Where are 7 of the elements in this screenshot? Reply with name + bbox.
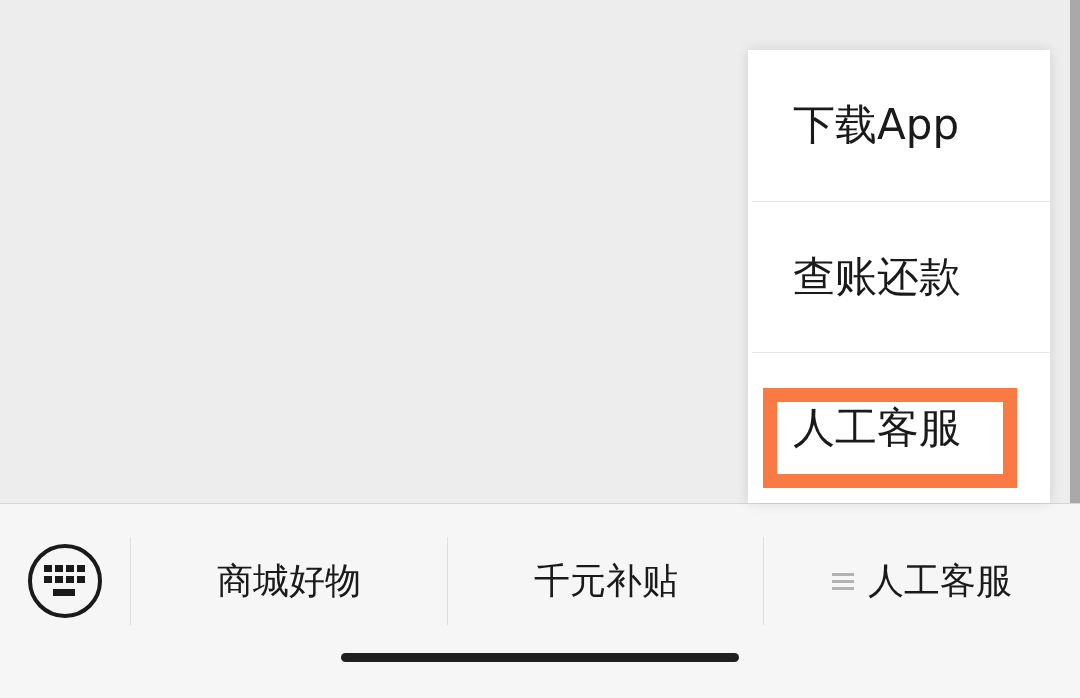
keyboard-icon[interactable] bbox=[27, 543, 103, 619]
menu-item[interactable]: 查账还款 bbox=[793, 251, 961, 303]
menu-item[interactable]: 下载App bbox=[793, 100, 960, 151]
menu-item[interactable]: 人工客服 bbox=[793, 402, 961, 454]
menu-tab[interactable]: 人工客服 bbox=[832, 556, 1013, 606]
menu-tab[interactable]: 商城好物 bbox=[216, 556, 361, 606]
menu-tab[interactable]: 千元补贴 bbox=[533, 556, 678, 606]
